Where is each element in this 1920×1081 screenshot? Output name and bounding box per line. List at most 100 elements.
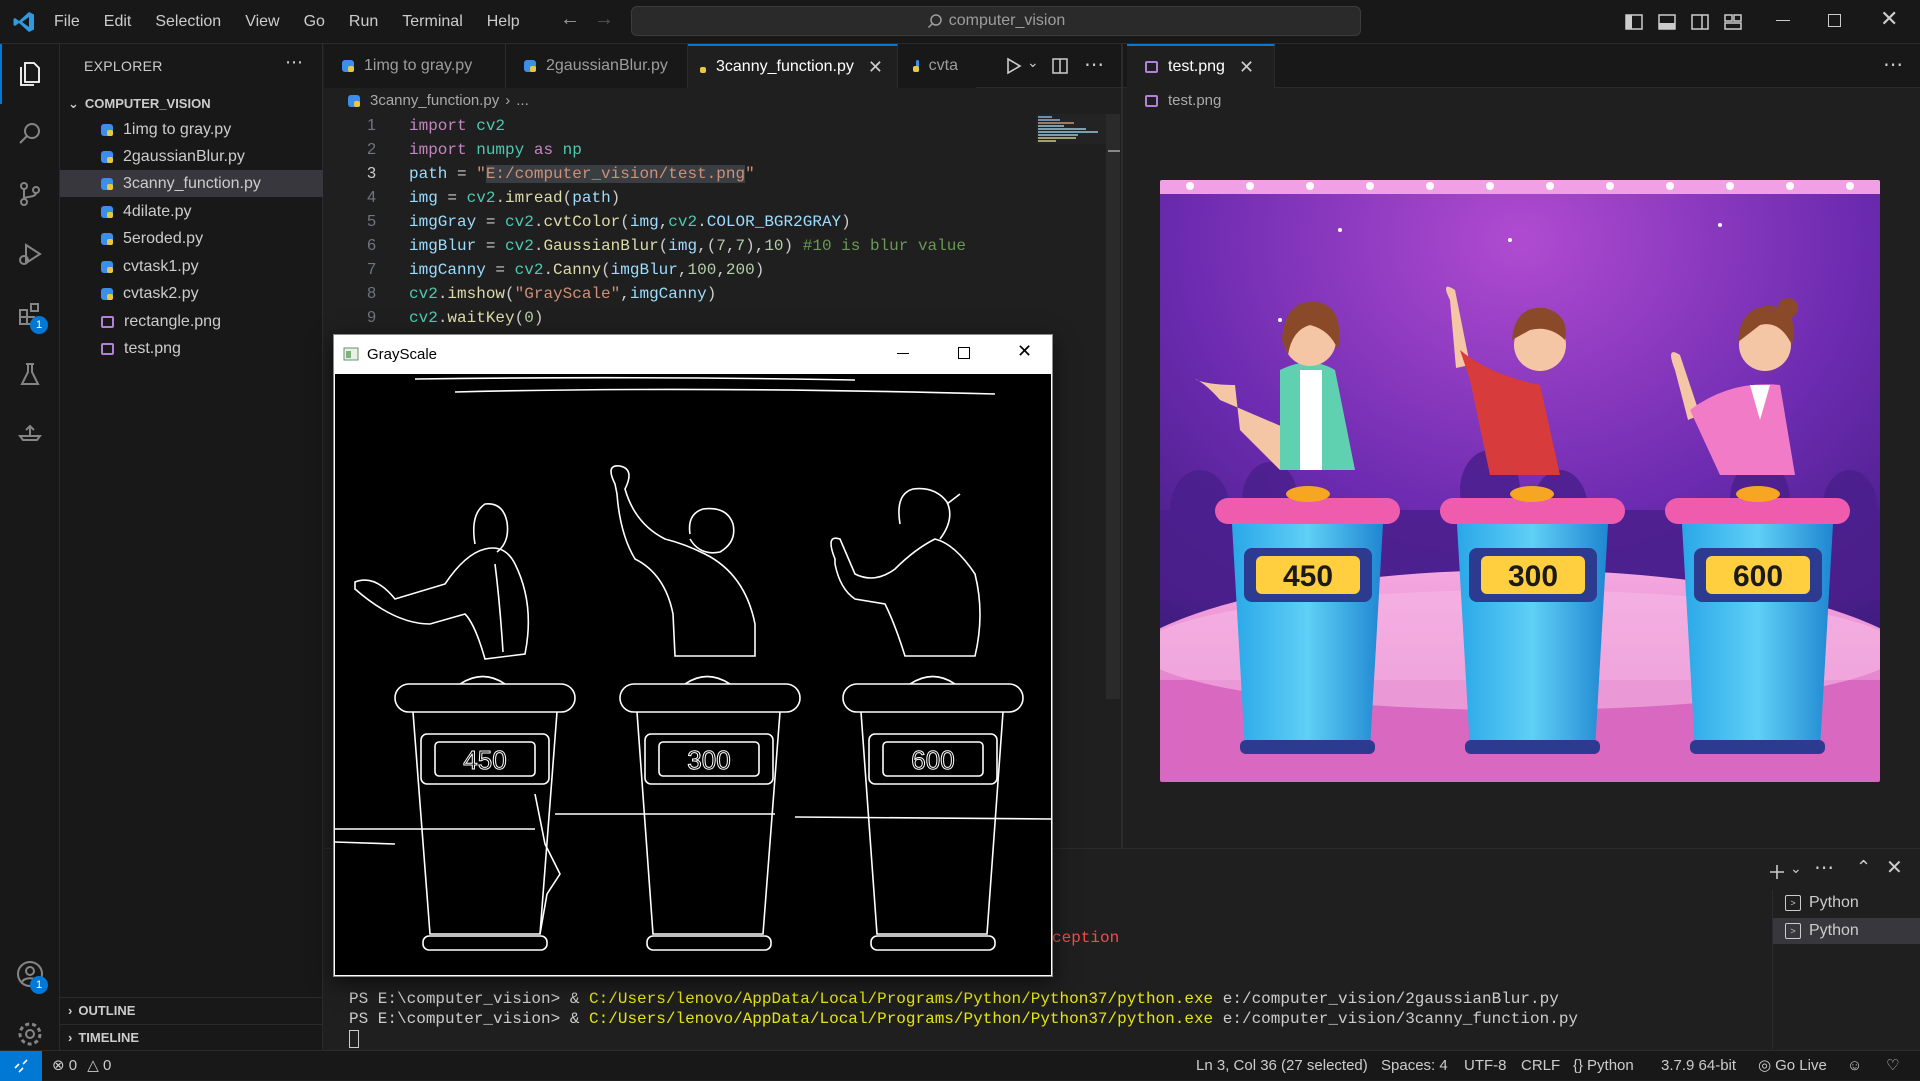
source-control-icon[interactable]	[0, 164, 60, 224]
menu-file[interactable]: File	[54, 13, 80, 31]
chevron-down-icon: ⌄	[68, 96, 79, 111]
file-item[interactable]: 5eroded.py	[60, 225, 323, 252]
encoding[interactable]: UTF-8	[1464, 1051, 1507, 1081]
tab-1img-to-gray[interactable]: 1img to gray.py	[324, 44, 506, 88]
more-actions-icon[interactable]: ⋯	[285, 52, 303, 73]
minimap[interactable]	[1036, 114, 1106, 144]
python-interpreter[interactable]: 3.7.9 64-bit	[1661, 1051, 1736, 1081]
feedback-icon[interactable]: ☺	[1847, 1051, 1862, 1081]
code-line[interactable]: imgBlur = cv2.GaussianBlur(img,(7,7),10)…	[409, 234, 966, 258]
close-icon[interactable]: ✕	[1017, 341, 1032, 362]
search-icon	[927, 14, 942, 29]
menu-help[interactable]: Help	[487, 13, 520, 31]
language-mode[interactable]: {} Python	[1573, 1051, 1634, 1081]
minimize-window-icon[interactable]	[1776, 20, 1790, 21]
notifications-bell-icon[interactable]: ♡	[1886, 1051, 1899, 1081]
run-dropdown-chevron-icon[interactable]: ⌄	[1027, 54, 1039, 71]
terminal-item-selected[interactable]: > Python	[1773, 918, 1920, 944]
grayscale-window[interactable]: GrayScale ✕ 450 300 600	[333, 334, 1053, 977]
file-item[interactable]: test.png	[60, 335, 323, 362]
run-and-debug-icon[interactable]	[0, 224, 60, 284]
panel-more-actions-icon[interactable]: ⋯	[1814, 855, 1834, 880]
tab-3canny-function[interactable]: 3canny_function.py ✕	[688, 44, 898, 88]
minimize-icon[interactable]	[897, 353, 909, 354]
file-item[interactable]: cvtask1.py	[60, 253, 323, 280]
remote-explorer-icon[interactable]	[0, 404, 60, 464]
remote-indicator[interactable]	[0, 1051, 42, 1081]
folder-header[interactable]: ⌄ COMPUTER_VISION	[60, 92, 323, 116]
go-live-button[interactable]: ◎ Go Live	[1758, 1051, 1827, 1081]
python-file-icon	[101, 150, 113, 163]
test-png-image: 450 300 600	[1160, 180, 1880, 782]
terminal-cursor	[349, 1030, 359, 1048]
toggle-panel-icon[interactable]	[1657, 12, 1677, 32]
problems-indicator[interactable]: ⊗ 0 △ 0	[52, 1051, 111, 1081]
extensions-icon[interactable]: 1	[0, 284, 60, 344]
file-name: cvtask2.py	[123, 285, 199, 302]
code-line[interactable]: path = "E:/computer_vision/test.png"	[409, 162, 755, 186]
tab-2gaussianblur[interactable]: 2gaussianBlur.py	[506, 44, 688, 88]
split-editor-icon[interactable]	[1051, 57, 1069, 75]
code-line[interactable]: import cv2	[409, 114, 505, 138]
toggle-primary-sidebar-icon[interactable]	[1624, 12, 1644, 32]
code-line[interactable]: img = cv2.imread(path)	[409, 186, 620, 210]
tab-test-png[interactable]: test.png ✕	[1127, 44, 1275, 88]
editor-more-actions-icon[interactable]: ⋯	[1883, 52, 1903, 77]
code-line[interactable]: imgCanny = cv2.Canny(imgBlur,100,200)	[409, 258, 764, 282]
testing-icon[interactable]	[0, 344, 60, 404]
customize-layout-icon[interactable]	[1723, 12, 1743, 32]
breadcrumb-more[interactable]: ...	[516, 92, 529, 109]
code-line[interactable]: imgGray = cv2.cvtColor(img,cv2.COLOR_BGR…	[409, 210, 851, 234]
menu-go[interactable]: Go	[304, 13, 325, 31]
close-tab-icon[interactable]: ✕	[868, 57, 883, 78]
restore-window-icon[interactable]	[1828, 14, 1841, 27]
menu-selection[interactable]: Selection	[155, 13, 221, 31]
explorer-icon[interactable]	[0, 44, 60, 104]
file-item[interactable]: rectangle.png	[60, 308, 323, 335]
close-panel-icon[interactable]: ✕	[1886, 855, 1903, 880]
search-view-icon[interactable]	[0, 104, 60, 164]
menu-view[interactable]: View	[245, 13, 279, 31]
back-arrow-icon[interactable]: ←	[560, 8, 580, 30]
file-item[interactable]: cvtask2.py	[60, 280, 323, 307]
line-ending[interactable]: CRLF	[1521, 1051, 1560, 1081]
menu-run[interactable]: Run	[349, 13, 378, 31]
terminal-line[interactable]: PS E:\computer_vision> & C:/Users/lenovo…	[349, 989, 1559, 1009]
maximize-icon[interactable]	[958, 347, 970, 359]
indentation[interactable]: Spaces: 4	[1381, 1051, 1448, 1081]
breadcrumb-file[interactable]: 3canny_function.py	[370, 92, 499, 109]
new-terminal-plus-icon[interactable]	[1768, 863, 1786, 881]
breadcrumb-file[interactable]: test.png	[1168, 92, 1221, 109]
editor-group-divider[interactable]	[1121, 44, 1123, 849]
code-line[interactable]: cv2.waitKey(0)	[409, 306, 543, 330]
maximize-panel-chevron-up-icon[interactable]: ⌃	[1856, 857, 1871, 878]
timeline-label: TIMELINE	[78, 1030, 140, 1045]
accounts-icon[interactable]: 1	[0, 944, 60, 1004]
terminal-line[interactable]: PS E:\computer_vision> & C:/Users/lenovo…	[349, 1009, 1578, 1029]
command-center-search[interactable]: computer_vision	[631, 6, 1361, 36]
toggle-secondary-sidebar-icon[interactable]	[1690, 12, 1710, 32]
forward-arrow-icon[interactable]: →	[594, 8, 614, 30]
edge-score-450: 450	[463, 745, 506, 775]
cursor-position[interactable]: Ln 3, Col 36 (27 selected)	[1196, 1051, 1368, 1081]
terminal-item[interactable]: > Python	[1773, 890, 1920, 916]
editor-scrollbar[interactable]	[1106, 114, 1120, 699]
outline-section[interactable]: › OUTLINE	[60, 997, 323, 1023]
code-line[interactable]: import numpy as np	[409, 138, 582, 162]
file-item[interactable]: 1img to gray.py	[60, 116, 323, 143]
menu-edit[interactable]: Edit	[104, 13, 132, 31]
tab-cvta[interactable]: cvta	[898, 44, 976, 88]
menu-terminal[interactable]: Terminal	[402, 13, 462, 31]
editor-more-actions-icon[interactable]: ⋯	[1084, 52, 1104, 77]
code-line[interactable]: cv2.imshow("GrayScale",imgCanny)	[409, 282, 716, 306]
run-python-file-icon[interactable]	[1004, 57, 1022, 75]
grayscale-title-bar[interactable]: GrayScale ✕	[334, 335, 1052, 373]
timeline-section[interactable]: › TIMELINE	[60, 1024, 323, 1050]
file-item[interactable]: 4dilate.py	[60, 198, 323, 225]
file-item[interactable]: 2gaussianBlur.py	[60, 143, 323, 170]
close-tab-icon[interactable]: ✕	[1239, 57, 1254, 78]
terminal-dropdown-chevron-icon[interactable]: ⌄	[1790, 860, 1802, 877]
close-window-icon[interactable]: ✕	[1880, 6, 1898, 32]
file-item-selected[interactable]: 3canny_function.py	[60, 170, 323, 197]
extensions-badge: 1	[30, 316, 48, 334]
